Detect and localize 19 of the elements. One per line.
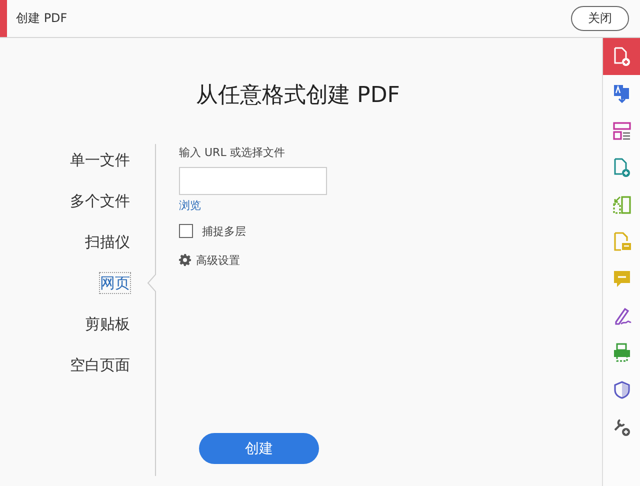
source-item[interactable]: 扫描仪	[84, 231, 131, 253]
source-item[interactable]: 多个文件	[69, 190, 131, 212]
create-button[interactable]: 创建	[199, 433, 319, 464]
tool-button[interactable]	[603, 38, 640, 75]
source-item[interactable]: 单一文件	[69, 149, 131, 171]
header-title: 创建 PDF	[16, 10, 68, 27]
source-item[interactable]: 网页	[99, 272, 131, 294]
checkbox[interactable]	[179, 224, 193, 238]
advanced-settings-link[interactable]: 高级设置	[196, 252, 240, 268]
close-button[interactable]: 关闭	[571, 6, 629, 31]
field-label: 输入 URL 或选择文件	[179, 145, 285, 160]
page-heading: 从任意格式创建 PDF	[195, 82, 401, 110]
checkbox-label: 捕捉多层	[202, 224, 246, 238]
source-item[interactable]: 空白页面	[69, 354, 131, 376]
url-field[interactable]	[179, 167, 327, 195]
source-item[interactable]: 剪贴板	[84, 313, 131, 335]
browse-link[interactable]: 浏览	[179, 198, 201, 213]
accent-stripe	[0, 0, 7, 37]
settings-icon[interactable]	[179, 254, 191, 266]
